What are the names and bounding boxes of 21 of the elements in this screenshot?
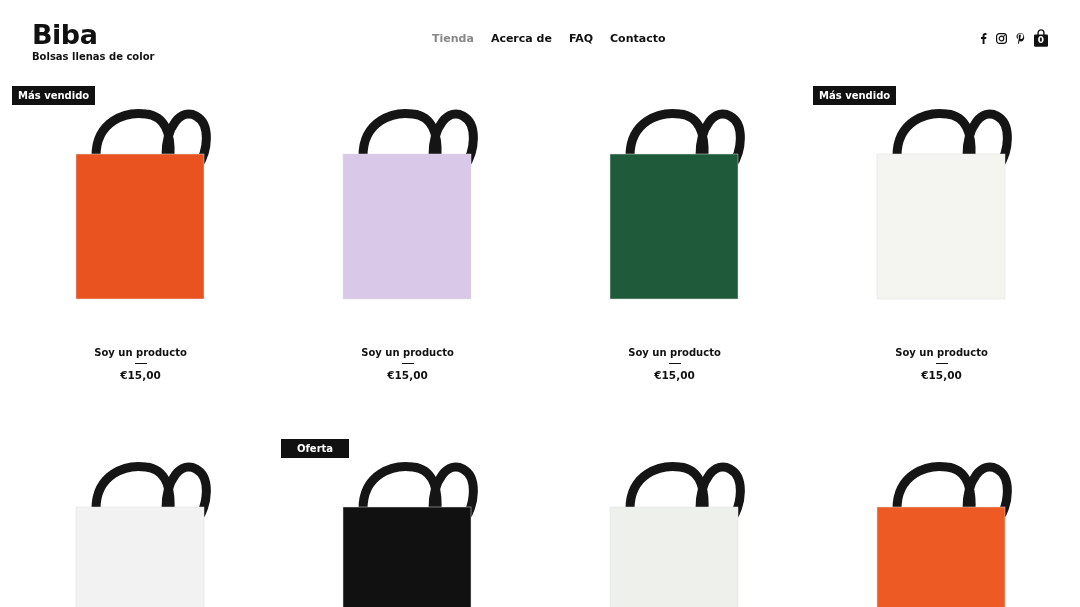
nav-link[interactable]: Acerca de: [490, 31, 552, 45]
product-price: €15,00: [654, 369, 695, 381]
product-price: €15,00: [921, 369, 962, 381]
product-badge: Más vendido: [12, 86, 96, 105]
product-name[interactable]: Soy un producto: [895, 347, 988, 358]
site-tagline: Bolsas llenas de color: [32, 50, 156, 62]
nav-link[interactable]: FAQ: [568, 31, 594, 45]
product-badge: Oferta: [281, 439, 350, 458]
cart-count: 0: [1036, 35, 1046, 45]
instagram-icon[interactable]: [996, 32, 1007, 44]
product-name[interactable]: Soy un producto: [94, 347, 187, 358]
product-name[interactable]: Soy un producto: [361, 347, 454, 358]
nav-link[interactable]: Contacto: [610, 31, 666, 45]
pinterest-icon[interactable]: [1016, 32, 1025, 44]
product-price: €15,00: [387, 369, 428, 381]
product-price: €15,00: [120, 369, 161, 381]
site-logo[interactable]: Biba: [32, 20, 432, 49]
facebook-icon[interactable]: [980, 32, 987, 44]
product-badge: Más vendido: [813, 86, 897, 105]
product-name[interactable]: Soy un producto: [628, 347, 721, 358]
nav-link[interactable]: Tienda: [432, 31, 474, 45]
